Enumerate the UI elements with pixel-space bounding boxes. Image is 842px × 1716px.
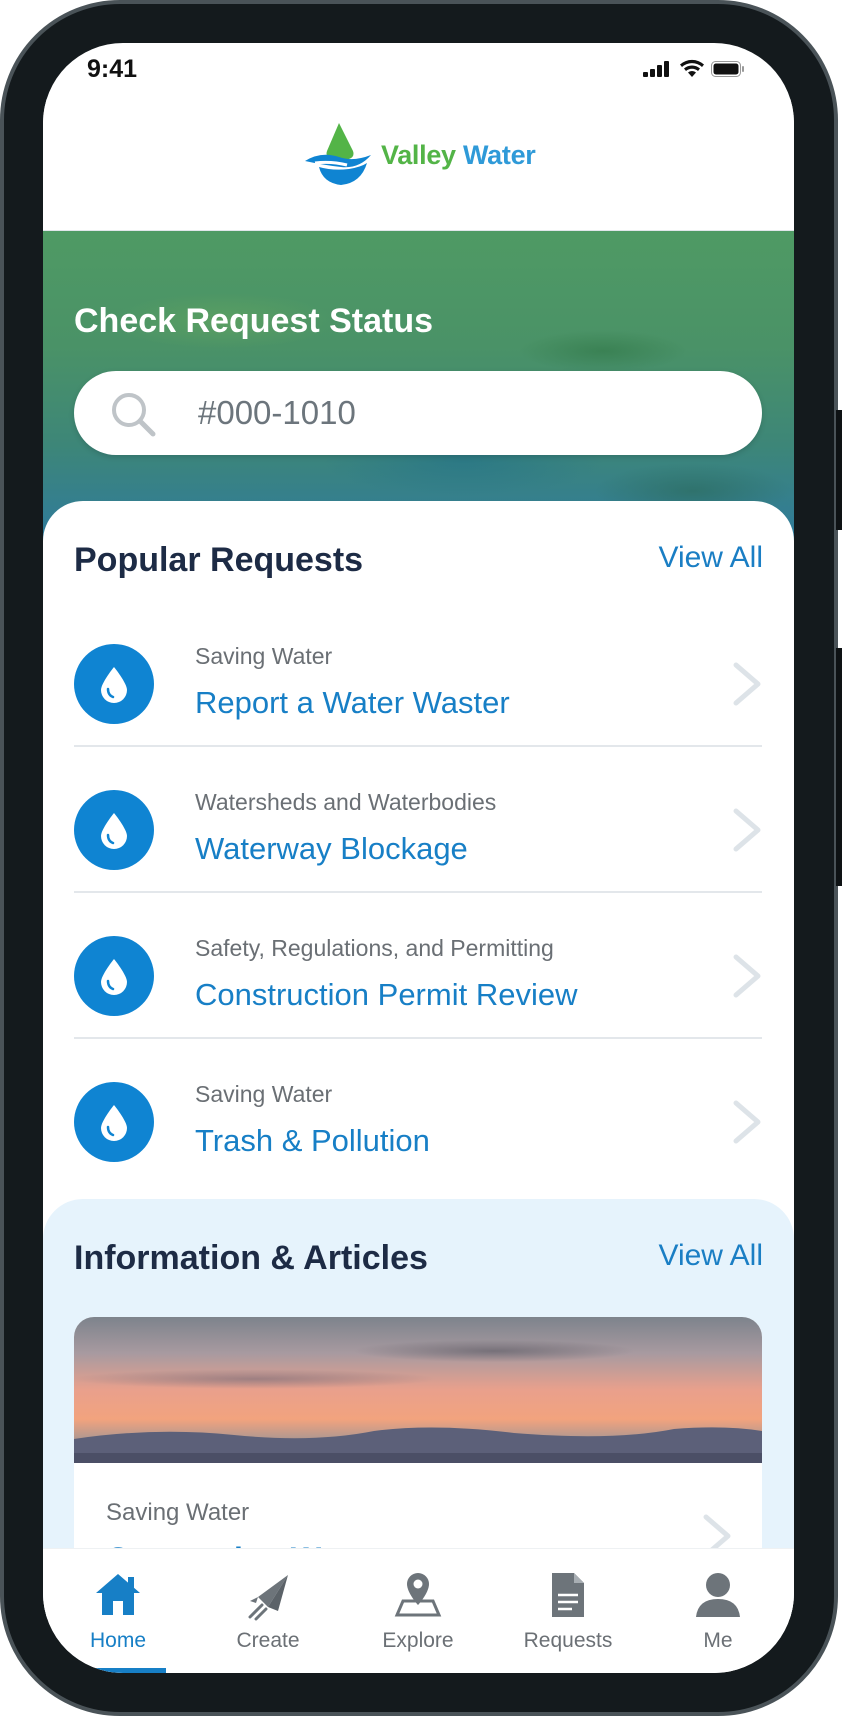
phone-side-button xyxy=(836,648,842,886)
request-category: Saving Water xyxy=(195,643,333,669)
water-drop-icon xyxy=(101,959,127,995)
status-time: 9:41 xyxy=(87,55,138,83)
water-drop-icon-badge xyxy=(74,790,154,870)
water-drop-icon xyxy=(101,1105,127,1141)
app-header: Valley Water xyxy=(43,99,794,232)
article-card[interactable]: Saving Water Conserving Water xyxy=(74,1317,762,1577)
water-drop-icon xyxy=(101,667,127,703)
chevron-right-icon xyxy=(733,662,761,706)
popular-view-all-link[interactable]: View All xyxy=(658,541,763,575)
info-view-all-link[interactable]: View All xyxy=(658,1239,763,1273)
water-drop-icon-badge xyxy=(74,1082,154,1162)
water-drop-wave-logo-icon xyxy=(305,123,371,185)
water-drop-icon-badge xyxy=(74,644,154,724)
search-icon xyxy=(112,393,156,437)
request-category: Watersheds and Waterbodies xyxy=(195,789,497,815)
tab-create-label: Create xyxy=(236,1629,300,1652)
request-title: Construction Permit Review xyxy=(195,977,578,1012)
popular-request-item[interactable]: Watersheds and Waterbodies Waterway Bloc… xyxy=(74,747,762,893)
paper-plane-icon xyxy=(248,1575,288,1621)
map-pin-icon xyxy=(394,1573,442,1617)
chevron-right-icon xyxy=(733,1100,761,1144)
check-status-title: Check Request Status xyxy=(74,302,433,340)
popular-request-item[interactable]: Safety, Regulations, and Permitting Cons… xyxy=(74,893,762,1039)
logo-text: Valley Water xyxy=(381,139,536,170)
water-drop-icon-badge xyxy=(74,936,154,1016)
article-category: Saving Water xyxy=(106,1499,250,1526)
status-bar: 9:41 xyxy=(43,43,794,99)
popular-requests-title: Popular Requests xyxy=(74,541,364,579)
popular-requests-section: Popular Requests View All Saving Water R… xyxy=(43,501,794,1201)
hills-silhouette xyxy=(74,1427,762,1463)
app-screen: 9:41 Valley Water Check Request Status #… xyxy=(43,43,794,1673)
wifi-icon xyxy=(680,59,704,77)
tab-me[interactable]: Me xyxy=(643,1549,793,1673)
battery-icon xyxy=(711,61,744,77)
popular-request-item[interactable]: Saving Water Trash & Pollution xyxy=(74,1039,762,1185)
request-category: Saving Water xyxy=(195,1081,333,1107)
info-articles-title: Information & Articles xyxy=(74,1239,428,1277)
tab-home[interactable]: Home xyxy=(43,1549,193,1673)
tab-me-label: Me xyxy=(703,1629,733,1652)
request-search-bar[interactable] xyxy=(74,371,762,455)
chevron-right-icon xyxy=(733,808,761,852)
user-icon xyxy=(696,1573,740,1617)
home-icon xyxy=(96,1574,140,1615)
water-drop-icon xyxy=(101,813,127,849)
tab-home-label: Home xyxy=(89,1629,147,1652)
request-category: Safety, Regulations, and Permitting xyxy=(195,935,554,961)
tab-requests[interactable]: Requests xyxy=(493,1549,643,1673)
bottom-tab-bar: Home Create Explore Requests Me xyxy=(43,1548,794,1673)
chevron-right-icon xyxy=(733,954,761,998)
document-icon xyxy=(552,1573,584,1617)
tab-requests-label: Requests xyxy=(523,1629,613,1652)
article-sunset-image xyxy=(74,1317,762,1463)
request-number-input[interactable] xyxy=(198,389,718,437)
request-title: Report a Water Waster xyxy=(195,685,510,720)
valley-water-logo[interactable]: Valley Water xyxy=(301,121,536,189)
active-tab-indicator xyxy=(43,1668,166,1673)
phone-side-button xyxy=(836,410,842,530)
popular-request-item[interactable]: Saving Water Report a Water Waster xyxy=(74,601,762,747)
tab-explore[interactable]: Explore xyxy=(343,1549,493,1673)
request-title: Trash & Pollution xyxy=(195,1123,430,1158)
request-title: Waterway Blockage xyxy=(195,831,468,866)
tab-create[interactable]: Create xyxy=(193,1549,343,1673)
tab-explore-label: Explore xyxy=(382,1629,454,1652)
cellular-signal-icon xyxy=(643,61,669,77)
